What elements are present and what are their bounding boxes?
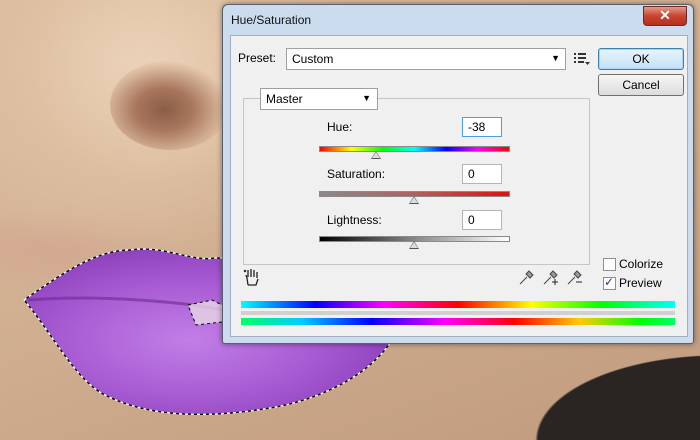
- saturation-label: Saturation:: [327, 167, 386, 181]
- hue-slider-thumb[interactable]: [370, 151, 381, 159]
- colorize-checkbox[interactable]: [603, 258, 616, 271]
- dropdown-arrow-icon: ▼: [551, 53, 560, 63]
- channel-value: Master: [266, 92, 303, 106]
- ok-label: OK: [632, 52, 650, 66]
- cancel-button[interactable]: Cancel: [598, 74, 684, 96]
- hue-slider-track[interactable]: [319, 146, 510, 152]
- colorize-label: Colorize: [619, 257, 664, 271]
- close-button[interactable]: ✕: [643, 6, 687, 26]
- dialog-titlebar[interactable]: Hue/Saturation ✕: [223, 5, 693, 33]
- close-icon: ✕: [659, 7, 671, 23]
- preset-options-icon[interactable]: [574, 52, 590, 66]
- dialog-title: Hue/Saturation: [231, 13, 312, 27]
- hue-saturation-dialog: Hue/Saturation ✕ Preset: Custom ▼ OK Can…: [222, 4, 694, 344]
- target-adjustment-hand-icon[interactable]: [243, 268, 261, 286]
- channel-dropdown[interactable]: Master ▼: [260, 88, 378, 110]
- eyedropper-subtract-icon[interactable]: [566, 270, 582, 286]
- cancel-label: Cancel: [622, 78, 660, 92]
- saturation-slider-thumb[interactable]: [408, 196, 419, 204]
- saturation-input[interactable]: 0: [462, 164, 502, 184]
- hue-value: -38: [468, 120, 486, 134]
- range-bar: [241, 311, 675, 315]
- dialog-body: Preset: Custom ▼ OK Cancel Master ▼ Hue:…: [230, 35, 688, 337]
- eyedropper-add-icon[interactable]: [542, 270, 558, 286]
- hue-label: Hue:: [327, 120, 353, 134]
- input-color-bar: [241, 301, 675, 308]
- lightness-input[interactable]: 0: [462, 210, 502, 230]
- eyedropper-icon[interactable]: [518, 270, 534, 286]
- lightness-label: Lightness:: [327, 213, 382, 227]
- saturation-value: 0: [468, 167, 475, 181]
- hue-input[interactable]: -38: [462, 117, 502, 137]
- preset-value: Custom: [292, 52, 334, 66]
- lightness-slider-thumb[interactable]: [408, 241, 419, 249]
- preset-label: Preset:: [238, 51, 277, 65]
- preview-label: Preview: [619, 276, 662, 290]
- lightness-value: 0: [468, 213, 475, 227]
- output-color-bar: [241, 318, 675, 325]
- preview-checkbox[interactable]: [603, 275, 616, 290]
- dropdown-arrow-icon: ▼: [362, 93, 371, 103]
- ok-button[interactable]: OK: [598, 48, 684, 70]
- preset-dropdown[interactable]: Custom ▼: [286, 48, 566, 70]
